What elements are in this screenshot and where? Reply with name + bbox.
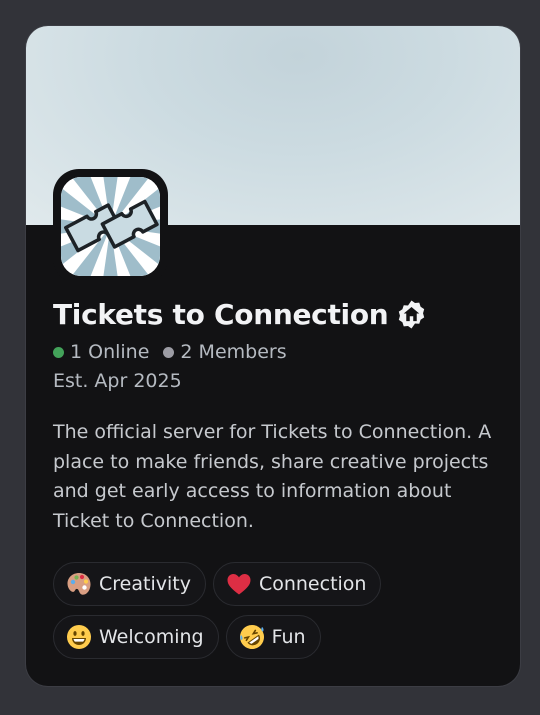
server-tags: Creativity Connection Welcoming Fun	[53, 562, 503, 659]
tickets-logo-icon	[61, 177, 160, 276]
established-date: Est. Apr 2025	[53, 370, 182, 392]
members-status-dot	[163, 346, 175, 358]
server-stats: 1 Online 2 Members	[53, 341, 287, 363]
tag-creativity[interactable]: Creativity	[53, 562, 206, 606]
tag-label: Creativity	[99, 573, 191, 595]
tag-welcoming[interactable]: Welcoming	[53, 615, 219, 659]
tag-label: Welcoming	[99, 626, 204, 648]
artist-palette-icon	[67, 573, 91, 595]
red-heart-icon	[227, 574, 251, 595]
server-profile-card: Tickets to Connection 1 Online 2 Members…	[26, 26, 520, 686]
server-icon[interactable]	[61, 177, 160, 276]
rofl-face-icon	[239, 625, 264, 649]
server-description: The official server for Tickets to Conne…	[53, 421, 492, 532]
member-count: 2 Members	[180, 341, 287, 363]
server-name: Tickets to Connection	[53, 298, 389, 331]
grinning-face-icon	[67, 625, 91, 649]
tag-label: Connection	[258, 573, 367, 595]
community-home-badge-icon[interactable]	[396, 299, 427, 330]
tag-fun[interactable]: Fun	[225, 615, 321, 659]
online-status-dot	[53, 346, 64, 358]
online-count: 1 Online	[70, 341, 150, 363]
tag-connection[interactable]: Connection	[212, 562, 382, 606]
server-icon-frame	[53, 169, 168, 284]
server-title-row: Tickets to Connection	[53, 298, 427, 331]
tag-label: Fun	[271, 626, 306, 648]
